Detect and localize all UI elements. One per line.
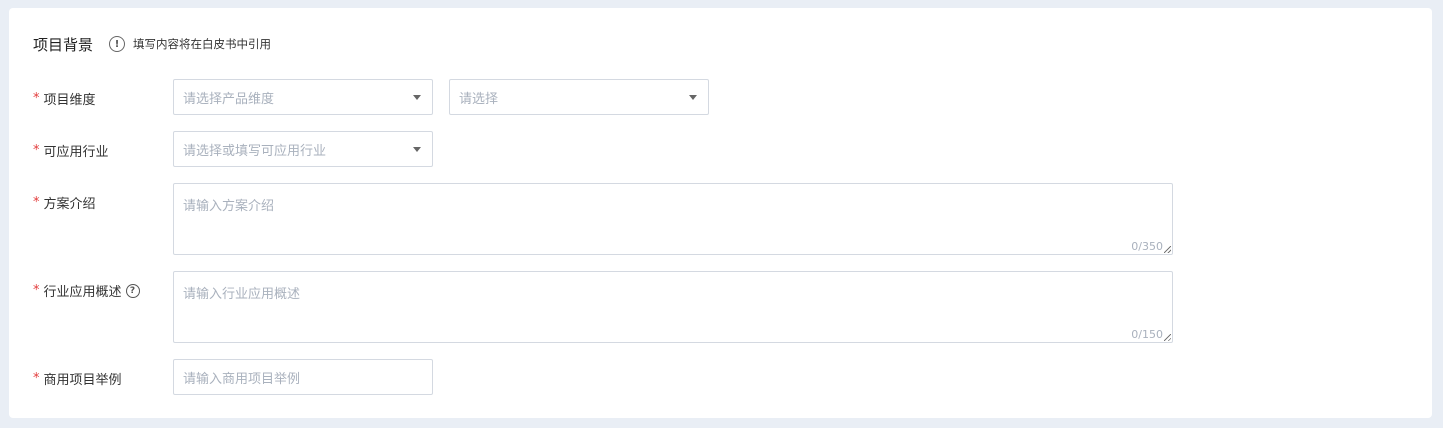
help-icon[interactable]: ?	[125, 283, 140, 298]
example-label: * 商用项目举例	[33, 369, 122, 388]
required-mark: *	[33, 371, 40, 386]
example-placeholder: 请输入商用项目举例	[183, 371, 301, 387]
industry-label-text: 可应用行业	[43, 145, 109, 160]
product-dimension-placeholder: 请选择产品维度	[183, 91, 275, 107]
section-header: 项目背景 ! 填写内容将在白皮书中引用	[33, 34, 271, 54]
sub-dimension-select[interactable]: 请选择	[449, 79, 709, 115]
example-input[interactable]: 请输入商用项目举例	[173, 359, 433, 395]
product-dimension-select[interactable]: 请选择产品维度	[173, 79, 433, 115]
section-title: 项目背景	[33, 35, 94, 54]
project-background-card: 项目背景 ! 填写内容将在白皮书中引用 * 项目维度 请选择产品维度 请选择 *…	[9, 8, 1432, 418]
dimension-label: * 项目维度	[33, 89, 96, 108]
required-mark: *	[33, 283, 40, 298]
overview-row: * 行业应用概述 ? 请输入行业应用概述 0/150	[9, 271, 1432, 343]
sub-dimension-placeholder: 请选择	[459, 91, 499, 107]
intro-label-text: 方案介绍	[43, 197, 96, 212]
resize-handle-icon[interactable]	[1164, 334, 1171, 341]
intro-row: * 方案介绍 请输入方案介绍 0/350	[9, 183, 1432, 255]
overview-placeholder: 请输入行业应用概述	[183, 287, 301, 302]
overview-label-text: 行业应用概述	[43, 285, 122, 300]
caret-down-icon	[689, 95, 697, 100]
example-row: * 商用项目举例 请输入商用项目举例	[9, 359, 1432, 395]
industry-select[interactable]: 请选择或填写可应用行业	[173, 131, 433, 167]
overview-char-counter: 0/150	[1131, 328, 1163, 341]
caret-down-icon	[413, 147, 421, 152]
intro-label: * 方案介绍	[33, 193, 96, 212]
dimension-row: * 项目维度 请选择产品维度 请选择	[9, 79, 1432, 115]
overview-textarea[interactable]: 请输入行业应用概述 0/150	[173, 271, 1173, 343]
industry-placeholder: 请选择或填写可应用行业	[183, 143, 327, 159]
industry-row: * 可应用行业 请选择或填写可应用行业	[9, 131, 1432, 167]
intro-textarea[interactable]: 请输入方案介绍 0/350	[173, 183, 1173, 255]
intro-char-counter: 0/350	[1131, 240, 1163, 253]
info-icon: !	[109, 36, 126, 52]
resize-handle-icon[interactable]	[1164, 246, 1171, 253]
caret-down-icon	[413, 95, 421, 100]
required-mark: *	[33, 195, 40, 210]
required-mark: *	[33, 91, 40, 106]
overview-label: * 行业应用概述 ?	[33, 281, 140, 300]
industry-label: * 可应用行业	[33, 141, 109, 160]
intro-placeholder: 请输入方案介绍	[183, 199, 275, 214]
required-mark: *	[33, 143, 40, 158]
section-hint: 填写内容将在白皮书中引用	[133, 37, 272, 51]
example-label-text: 商用项目举例	[43, 373, 122, 388]
dimension-label-text: 项目维度	[43, 93, 96, 108]
